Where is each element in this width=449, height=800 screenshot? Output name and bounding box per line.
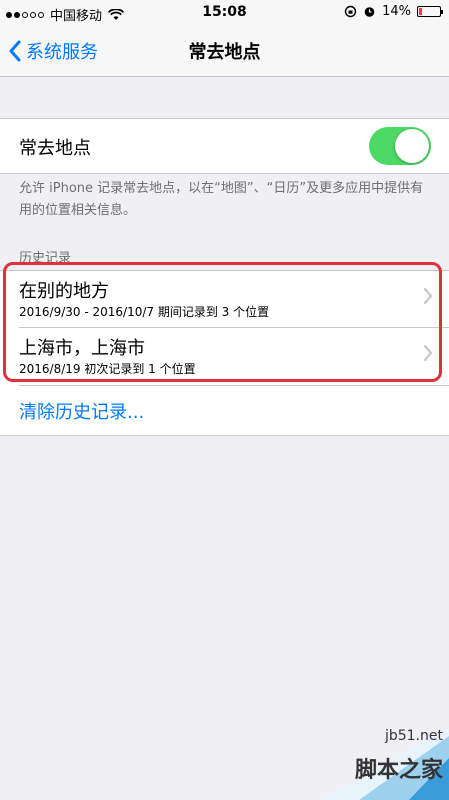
alarm-icon (364, 7, 375, 17)
navigation-bar: 系统服务 常去地点 (0, 26, 449, 77)
watermark-text: 脚本之家 (354, 758, 443, 783)
frequent-locations-toggle[interactable] (369, 127, 431, 165)
toggle-footnote: 允许 iPhone 记录常去地点，以在“地图”、“日历”及更多应用中提供有用的位… (19, 181, 424, 218)
toggle-label: 常去地点 (19, 138, 91, 159)
clear-history-button[interactable]: 清除历史记录... (19, 398, 144, 424)
status-right: 14% (344, 4, 443, 19)
battery-icon (417, 6, 443, 17)
toggle-knob (395, 129, 429, 163)
page-title: 常去地点 (188, 42, 261, 63)
highlight-annotation (3, 262, 442, 382)
row-separator (19, 385, 449, 386)
rotation-lock-icon (344, 5, 357, 18)
battery-percent: 14% (382, 4, 411, 19)
watermark-url: jb51.net (384, 728, 443, 744)
frequent-locations-toggle-row: 常去地点 (0, 118, 449, 174)
watermark: jb51.net 脚本之家 (299, 728, 449, 800)
status-bar: 中国移动 15:08 14% (0, 0, 449, 26)
